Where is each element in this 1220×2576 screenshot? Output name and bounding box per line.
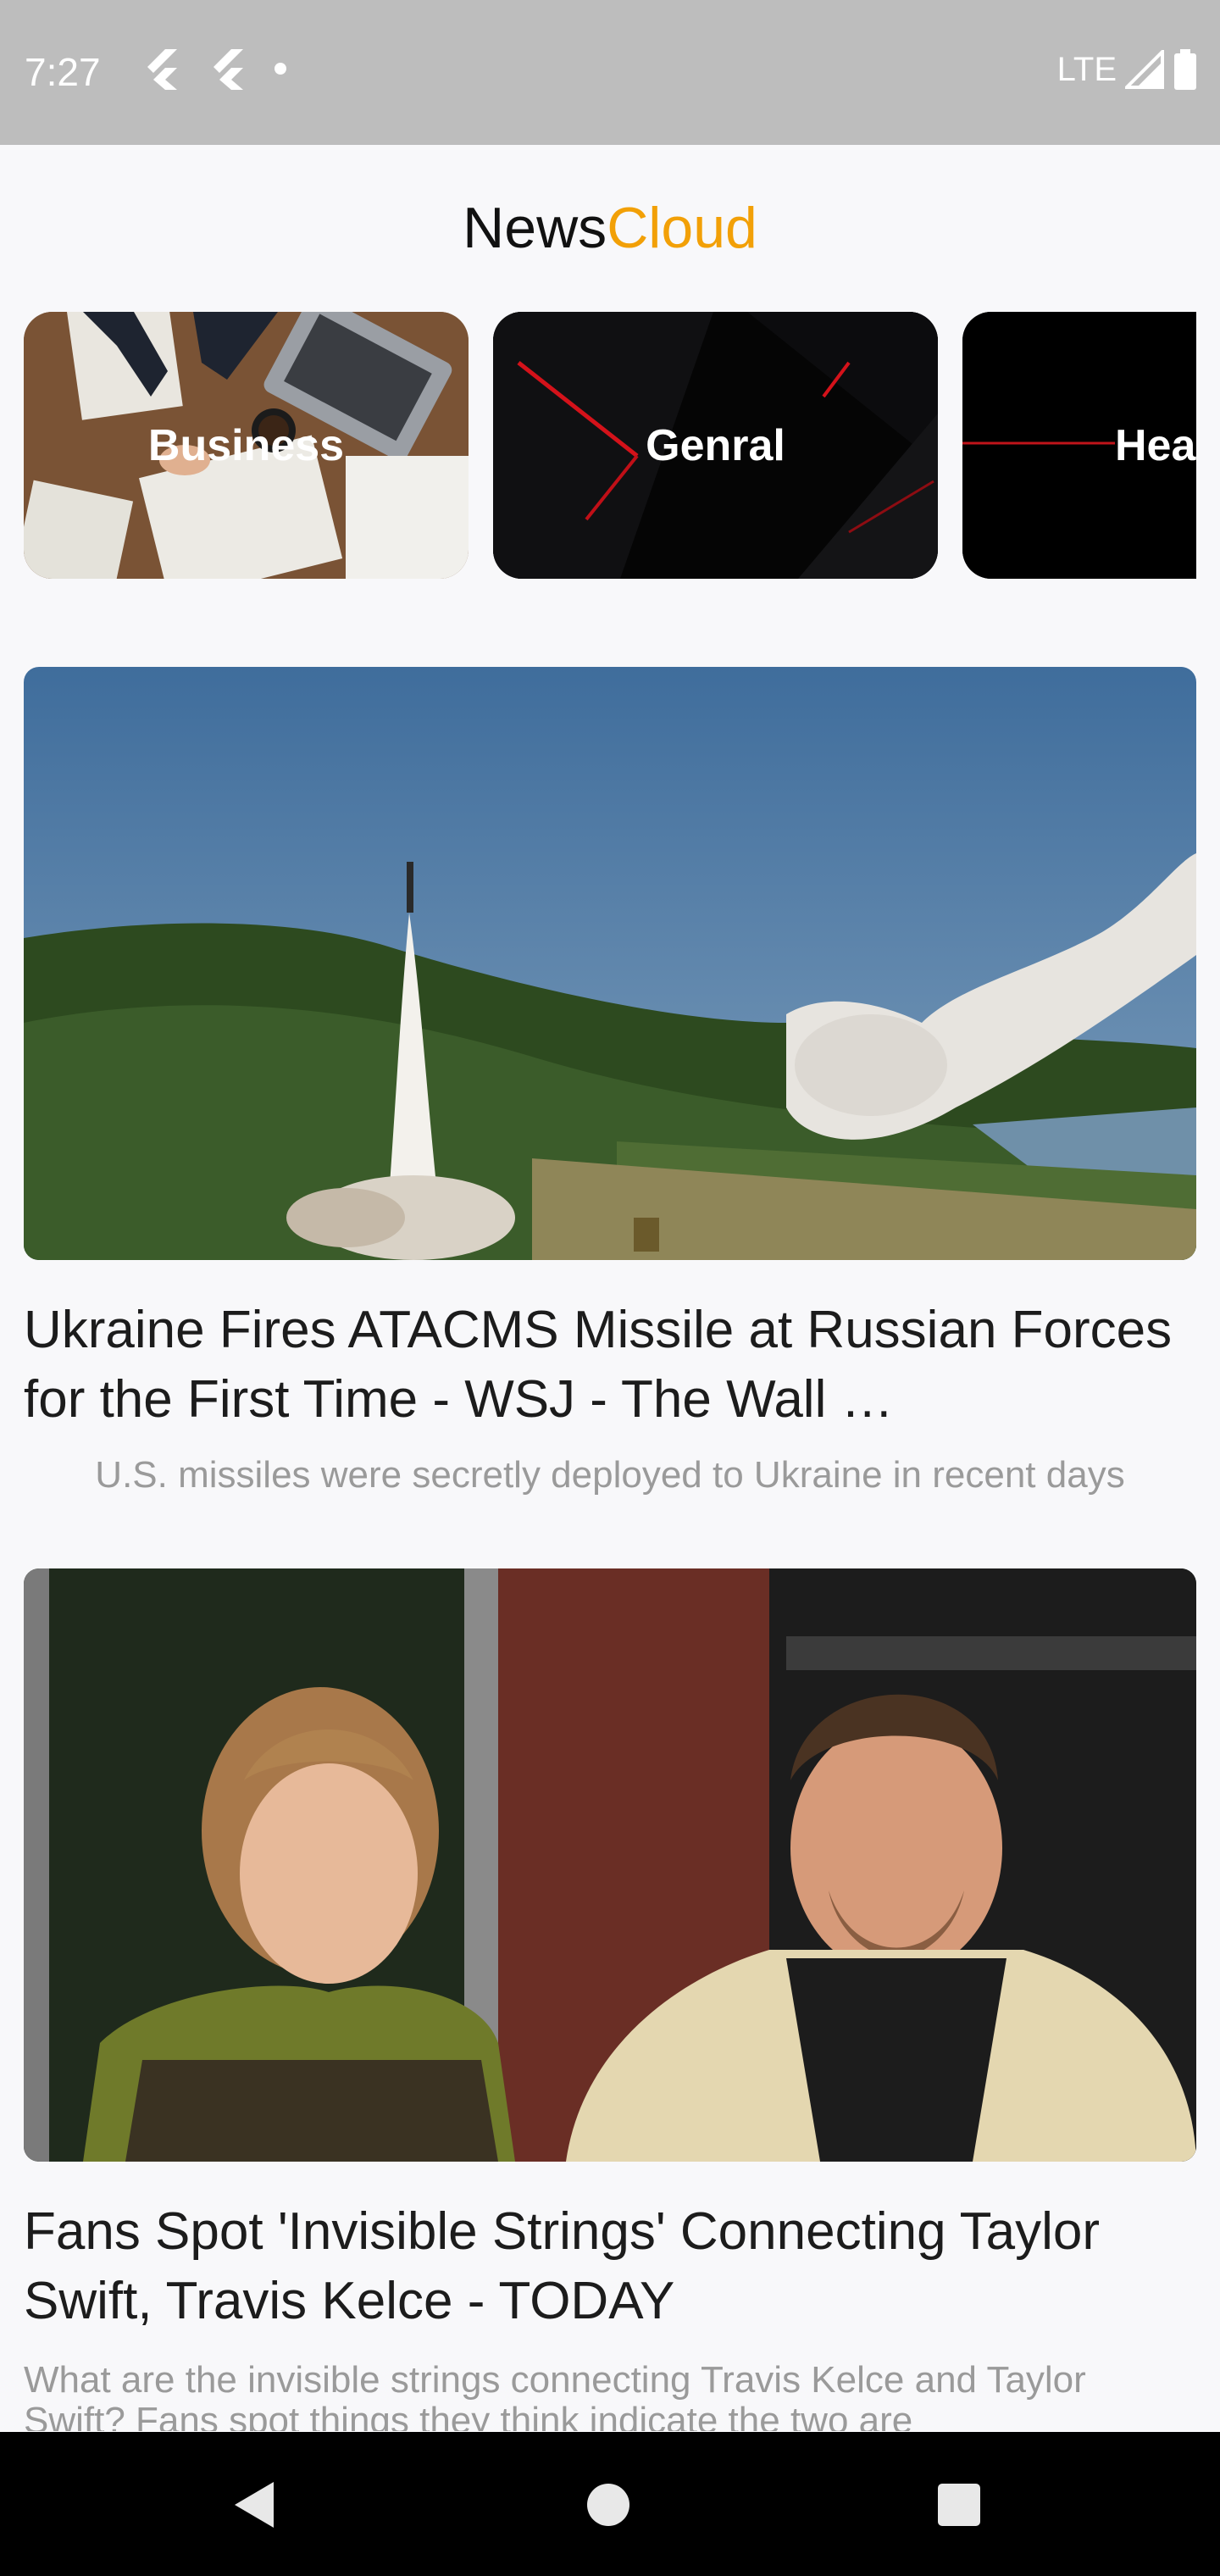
back-icon[interactable] [233,2480,275,2534]
network-type: LTE [1056,50,1117,88]
signal-icon [1125,50,1164,89]
category-label: Business [147,420,345,470]
article-title[interactable]: Ukraine Fires ATACMS Missile at Russian … [24,1296,1196,1435]
app-title-cloud: Cloud [607,196,757,260]
category-card-health[interactable]: Hea [962,312,1196,579]
navigation-bar [0,2432,1220,2576]
celebrity-photo-image [24,1568,1196,2162]
status-right: LTE [1057,49,1198,90]
app-title-news: News [463,196,607,260]
category-label: Hea [1115,420,1196,470]
battery-icon [1173,49,1198,90]
category-label: Genral [646,420,785,470]
missile-launch-image [24,667,1196,1260]
status-bar: 7:27 LTE [0,0,1220,145]
article-title[interactable]: Fans Spot 'Invisible Strings' Connecting… [24,2197,1196,2336]
status-time: 7:27 [25,50,101,94]
category-card-business[interactable]: Business [24,312,469,579]
article-card[interactable]: Ukraine Fires ATACMS Missile at Russian … [24,667,1196,1496]
article-image[interactable] [24,1568,1196,2162]
article-card[interactable]: Fans Spot 'Invisible Strings' Connecting… [24,1568,1196,2431]
app-title: NewsCloud [0,195,1220,261]
article-image[interactable] [24,667,1196,1260]
article-description: U.S. missiles were secretly deployed to … [95,1454,1125,1496]
category-card-general[interactable]: Genral [493,312,938,579]
home-icon[interactable] [587,2484,629,2526]
flutter-icon [140,47,182,90]
category-carousel[interactable]: Business Genral Hea [24,312,1196,579]
article-description: What are the invisible strings connectin… [24,2360,1086,2431]
recents-icon[interactable] [938,2484,980,2526]
flutter-icon [206,47,248,90]
notification-icons [140,47,289,90]
dot-icon [272,60,289,77]
